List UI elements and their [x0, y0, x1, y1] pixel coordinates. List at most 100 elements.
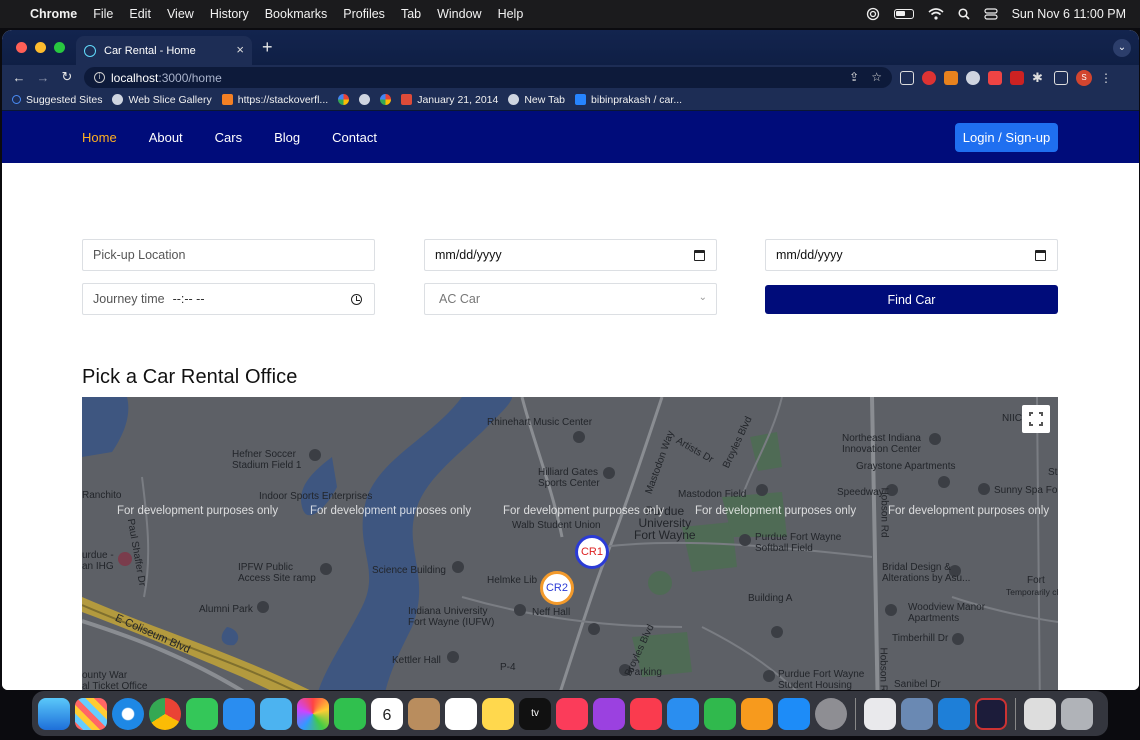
- menu-app-name[interactable]: Chrome: [30, 7, 77, 21]
- bookmarks-bar: Suggested Sites Web Slice Gallery https:…: [2, 89, 1139, 111]
- messages-dock-icon[interactable]: [186, 697, 218, 730]
- battery-icon[interactable]: [893, 9, 914, 19]
- menu-profiles[interactable]: Profiles: [343, 7, 385, 21]
- preview-dock-icon[interactable]: [901, 697, 933, 730]
- map-fullscreen-button[interactable]: [1022, 405, 1050, 433]
- menu-edit[interactable]: Edit: [129, 7, 151, 21]
- nav-link-about[interactable]: About: [149, 130, 183, 145]
- podcasts-dock-icon[interactable]: [593, 697, 625, 730]
- browser-menu-icon[interactable]: ⋮: [1100, 71, 1112, 85]
- tab-search-button[interactable]: ⌄: [1113, 39, 1131, 57]
- menu-window[interactable]: Window: [437, 7, 481, 21]
- notes-dock-icon[interactable]: [482, 697, 514, 730]
- find-car-button[interactable]: Find Car: [765, 285, 1058, 314]
- safari-dock-icon[interactable]: [112, 697, 144, 730]
- extension-icon[interactable]: [966, 71, 980, 85]
- bookmark-item[interactable]: January 21, 2014: [401, 94, 498, 106]
- numbers-dock-icon[interactable]: [704, 697, 736, 730]
- reload-button[interactable]: ↻: [60, 69, 74, 85]
- bookmark-star-icon[interactable]: ☆: [871, 70, 882, 84]
- return-date-input[interactable]: mm/dd/yyyy: [765, 239, 1058, 271]
- news-dock-icon[interactable]: [630, 697, 662, 730]
- downloads-stack-dock-icon[interactable]: [1024, 697, 1056, 730]
- map-label: Sunny Spa Fo: [994, 485, 1058, 496]
- bookmark-item[interactable]: [338, 94, 350, 105]
- intellij-dock-icon[interactable]: [975, 697, 1007, 730]
- close-window-button[interactable]: [16, 42, 27, 53]
- minimize-window-button[interactable]: [35, 42, 46, 53]
- journey-time-input[interactable]: Journey time --:-- --: [82, 283, 375, 315]
- map-label: Hilliard Gates Sports Center: [538, 467, 600, 489]
- reminders-dock-icon[interactable]: [445, 697, 477, 730]
- mail-dock-icon[interactable]: [223, 697, 255, 730]
- browser-tab-active[interactable]: Car Rental - Home ×: [76, 36, 252, 65]
- calendar-dock-icon[interactable]: 6: [371, 697, 403, 730]
- vscode-dock-icon[interactable]: [938, 697, 970, 730]
- menu-view[interactable]: View: [167, 7, 194, 21]
- pages-dock-icon[interactable]: [741, 697, 773, 730]
- facetime-dock-icon[interactable]: [334, 697, 366, 730]
- maps-dock-icon[interactable]: [260, 697, 292, 730]
- nav-link-home[interactable]: Home: [82, 130, 117, 145]
- wifi-icon[interactable]: [928, 8, 944, 20]
- trash-dock-icon[interactable]: [1061, 697, 1093, 730]
- menu-history[interactable]: History: [210, 7, 249, 21]
- spotlight-search-icon[interactable]: [958, 8, 970, 20]
- photos-dock-icon[interactable]: [297, 697, 329, 730]
- extension-redbox-icon[interactable]: [1010, 71, 1024, 85]
- metamask-extension-icon[interactable]: [944, 71, 958, 85]
- new-tab-button[interactable]: +: [262, 37, 273, 58]
- textedit-dock-icon[interactable]: [864, 697, 896, 730]
- bookmark-item[interactable]: Suggested Sites: [12, 94, 102, 106]
- rental-office-marker-cr2[interactable]: CR2: [540, 571, 574, 605]
- pickup-date-input[interactable]: mm/dd/yyyy: [424, 239, 717, 271]
- nav-link-blog[interactable]: Blog: [274, 130, 300, 145]
- music-dock-icon[interactable]: [556, 697, 588, 730]
- tab-title: Car Rental - Home: [104, 44, 196, 57]
- login-signup-button[interactable]: Login / Sign-up: [955, 123, 1058, 152]
- bookmark-item[interactable]: Web Slice Gallery: [112, 94, 212, 106]
- rental-office-map[interactable]: Rhinehart Music Center Hefner Soccer Sta…: [82, 397, 1058, 690]
- pickup-location-input[interactable]: Pick-up Location: [82, 239, 375, 271]
- contacts-dock-icon[interactable]: [408, 697, 440, 730]
- profile-avatar[interactable]: S: [1076, 70, 1092, 86]
- system-preferences-dock-icon[interactable]: [815, 697, 847, 730]
- bookmark-item[interactable]: [380, 94, 392, 105]
- apple-tv-dock-icon[interactable]: tv: [519, 697, 551, 730]
- menu-file[interactable]: File: [93, 7, 113, 21]
- launchpad-dock-icon[interactable]: [75, 697, 107, 730]
- bookmark-item[interactable]: bibinprakash / car...: [575, 94, 682, 106]
- adblock-extension-icon[interactable]: [922, 71, 936, 85]
- car-type-select[interactable]: AC Car ⌄: [424, 283, 717, 315]
- extension-red-icon[interactable]: [988, 71, 1002, 85]
- close-tab-icon[interactable]: ×: [236, 42, 244, 57]
- back-button[interactable]: ←: [12, 70, 26, 85]
- menu-tab[interactable]: Tab: [401, 7, 421, 21]
- zoom-window-button[interactable]: [54, 42, 65, 53]
- finder-dock-icon[interactable]: [38, 697, 70, 730]
- extensions-puzzle-icon[interactable]: ✱: [1032, 71, 1046, 85]
- control-center-icon[interactable]: [983, 8, 998, 20]
- nav-link-contact[interactable]: Contact: [332, 130, 377, 145]
- calendar-icon[interactable]: [694, 250, 705, 261]
- clock-icon[interactable]: [351, 294, 362, 305]
- bookmark-item[interactable]: https://stackoverfl...: [221, 94, 328, 106]
- side-panel-icon[interactable]: [1054, 71, 1068, 85]
- site-info-icon[interactable]: i: [94, 72, 105, 83]
- rental-office-marker-cr1[interactable]: CR1: [575, 535, 609, 569]
- menu-help[interactable]: Help: [498, 7, 524, 21]
- calendar-icon[interactable]: [1035, 250, 1046, 261]
- reader-mode-icon[interactable]: [900, 71, 914, 85]
- menubar-clock[interactable]: Sun Nov 6 11:00 PM: [1012, 7, 1126, 21]
- keynote-dock-icon[interactable]: [667, 697, 699, 730]
- share-icon[interactable]: ⇪: [849, 70, 859, 84]
- nav-link-cars[interactable]: Cars: [215, 130, 242, 145]
- address-bar[interactable]: i localhost:3000/home ⇪ ☆: [84, 67, 892, 88]
- menu-bookmarks[interactable]: Bookmarks: [265, 7, 328, 21]
- bookmark-item[interactable]: New Tab: [508, 94, 565, 106]
- app-store-dock-icon[interactable]: [778, 697, 810, 730]
- bookmark-item[interactable]: [359, 94, 371, 105]
- airdrop-icon[interactable]: [866, 7, 880, 21]
- chrome-dock-icon[interactable]: [149, 697, 181, 730]
- forward-button[interactable]: →: [36, 70, 50, 85]
